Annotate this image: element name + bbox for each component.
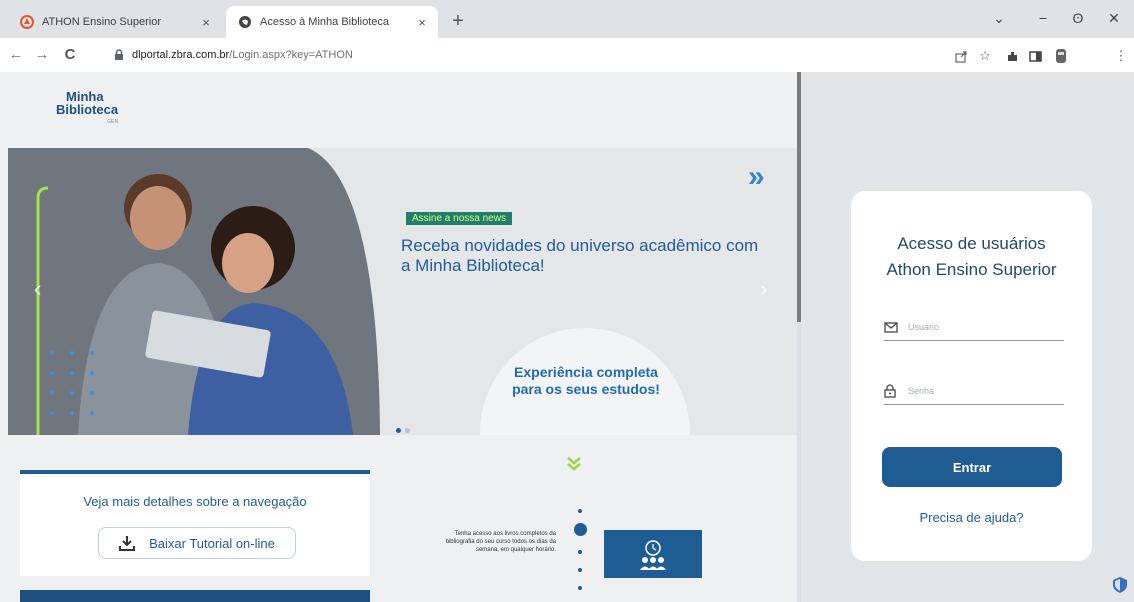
- help-link[interactable]: Precisa de ajuda?: [851, 510, 1092, 525]
- username-field[interactable]: [884, 314, 1064, 341]
- close-tab-icon[interactable]: ×: [196, 15, 216, 30]
- carousel-dot[interactable]: [405, 428, 410, 433]
- share-icon[interactable]: [952, 47, 970, 65]
- login-title-line1: Acesso de usuários: [897, 234, 1046, 253]
- timeline-dot-active: [574, 523, 587, 536]
- tab-title: ATHON Ensino Superior: [42, 16, 162, 28]
- carousel-dot-active[interactable]: [396, 428, 401, 433]
- double-chevron-down-icon: [566, 456, 582, 472]
- right-panel: Acesso de usuários Athon Ensino Superior…: [801, 72, 1134, 602]
- logo-line2: Biblioteca: [56, 102, 119, 117]
- feature-card: [604, 530, 702, 578]
- navigation-help-box: Veja mais detalhes sobre a navegação Bai…: [20, 470, 370, 576]
- extensions-icon[interactable]: [1003, 47, 1021, 65]
- browser-tab-athon[interactable]: ATHON Ensino Superior ×: [8, 6, 222, 38]
- carousel-indicators: [396, 420, 414, 435]
- browser-toolbar: ← → C dlportal.zbra.com.br /Login.aspx?k…: [0, 38, 1134, 73]
- username-input[interactable]: [906, 321, 1060, 333]
- sidebar-icon[interactable]: [1026, 47, 1044, 65]
- carousel-next-button[interactable]: ›: [760, 276, 767, 302]
- back-button[interactable]: ←: [6, 46, 26, 63]
- navigation-help-title: Veja mais detalhes sobre a navegação: [83, 494, 307, 509]
- newsletter-badge: Assine a nossa news: [406, 212, 512, 225]
- timeline-dot: [578, 550, 582, 554]
- timeline-dot: [578, 568, 582, 572]
- banner-photo: [8, 148, 380, 435]
- download-tutorial-label: Baixar Tutorial on-line: [149, 535, 275, 551]
- timeline-dot: [578, 586, 582, 590]
- address-bar[interactable]: dlportal.zbra.com.br /Login.aspx?key=ATH…: [108, 43, 944, 67]
- banner-experience-text: Experiência completa para os seus estudo…: [512, 364, 660, 397]
- browser-tab-minha-biblioteca[interactable]: Acesso à Minha Biblioteca ×: [226, 6, 438, 38]
- url-host: dlportal.zbra.com.br: [132, 49, 230, 61]
- lock-icon: [884, 384, 898, 398]
- minha-biblioteca-logo[interactable]: Minha Biblioteca GEN: [56, 90, 118, 129]
- double-chevron-right-icon: »: [748, 160, 765, 193]
- login-submit-button[interactable]: Entrar: [882, 447, 1062, 487]
- page-content: Minha Biblioteca GEN Assine a nossa news…: [0, 72, 1134, 602]
- url-path: /Login.aspx?key=ATHON: [229, 49, 353, 61]
- clock-people-icon: [640, 540, 666, 570]
- left-panel: Minha Biblioteca GEN Assine a nossa news…: [0, 72, 797, 602]
- bottom-bar: [20, 590, 370, 602]
- download-tutorial-button[interactable]: Baixar Tutorial on-line: [98, 527, 296, 559]
- banner-headline: Receba novidades do universo acadêmico c…: [401, 236, 759, 275]
- restore-button[interactable]: ʘ: [1066, 10, 1090, 26]
- bookmark-star-icon[interactable]: ☆: [976, 47, 994, 65]
- menu-icon[interactable]: ⋮: [1112, 47, 1130, 65]
- envelope-icon: [884, 321, 898, 333]
- carousel-prev-button[interactable]: ‹: [34, 276, 41, 302]
- minimize-button[interactable]: −: [1031, 10, 1055, 26]
- password-input[interactable]: [906, 385, 1060, 397]
- shield-icon[interactable]: [1112, 576, 1128, 599]
- globe-icon: [238, 15, 252, 29]
- athon-logo-icon: [20, 15, 34, 29]
- timeline-dot: [578, 509, 582, 513]
- browser-tab-strip: ATHON Ensino Superior × Acesso à Minha B…: [0, 0, 1134, 38]
- timeline-text: Tenha acesso aos livros completos da bib…: [445, 531, 556, 553]
- tab-title: Acesso à Minha Biblioteca: [260, 16, 390, 28]
- lock-icon: [114, 49, 126, 61]
- download-icon: [119, 535, 136, 551]
- close-window-button[interactable]: ✕: [1102, 10, 1126, 27]
- password-field[interactable]: [884, 378, 1064, 405]
- login-title-line2: Athon Ensino Superior: [886, 260, 1057, 279]
- new-tab-button[interactable]: +: [446, 10, 470, 32]
- close-tab-icon[interactable]: ×: [412, 15, 432, 30]
- reload-button[interactable]: C: [60, 46, 80, 63]
- tab-search-icon[interactable]: ⌄: [987, 10, 1011, 27]
- hero-banner: Assine a nossa news Receba novidades do …: [8, 148, 797, 435]
- login-title: Acesso de usuários Athon Ensino Superior: [851, 231, 1092, 283]
- profile-icon[interactable]: [1052, 47, 1070, 65]
- forward-button[interactable]: →: [32, 46, 52, 63]
- login-card: Acesso de usuários Athon Ensino Superior…: [851, 191, 1092, 561]
- logo-sub: GEN: [107, 119, 119, 125]
